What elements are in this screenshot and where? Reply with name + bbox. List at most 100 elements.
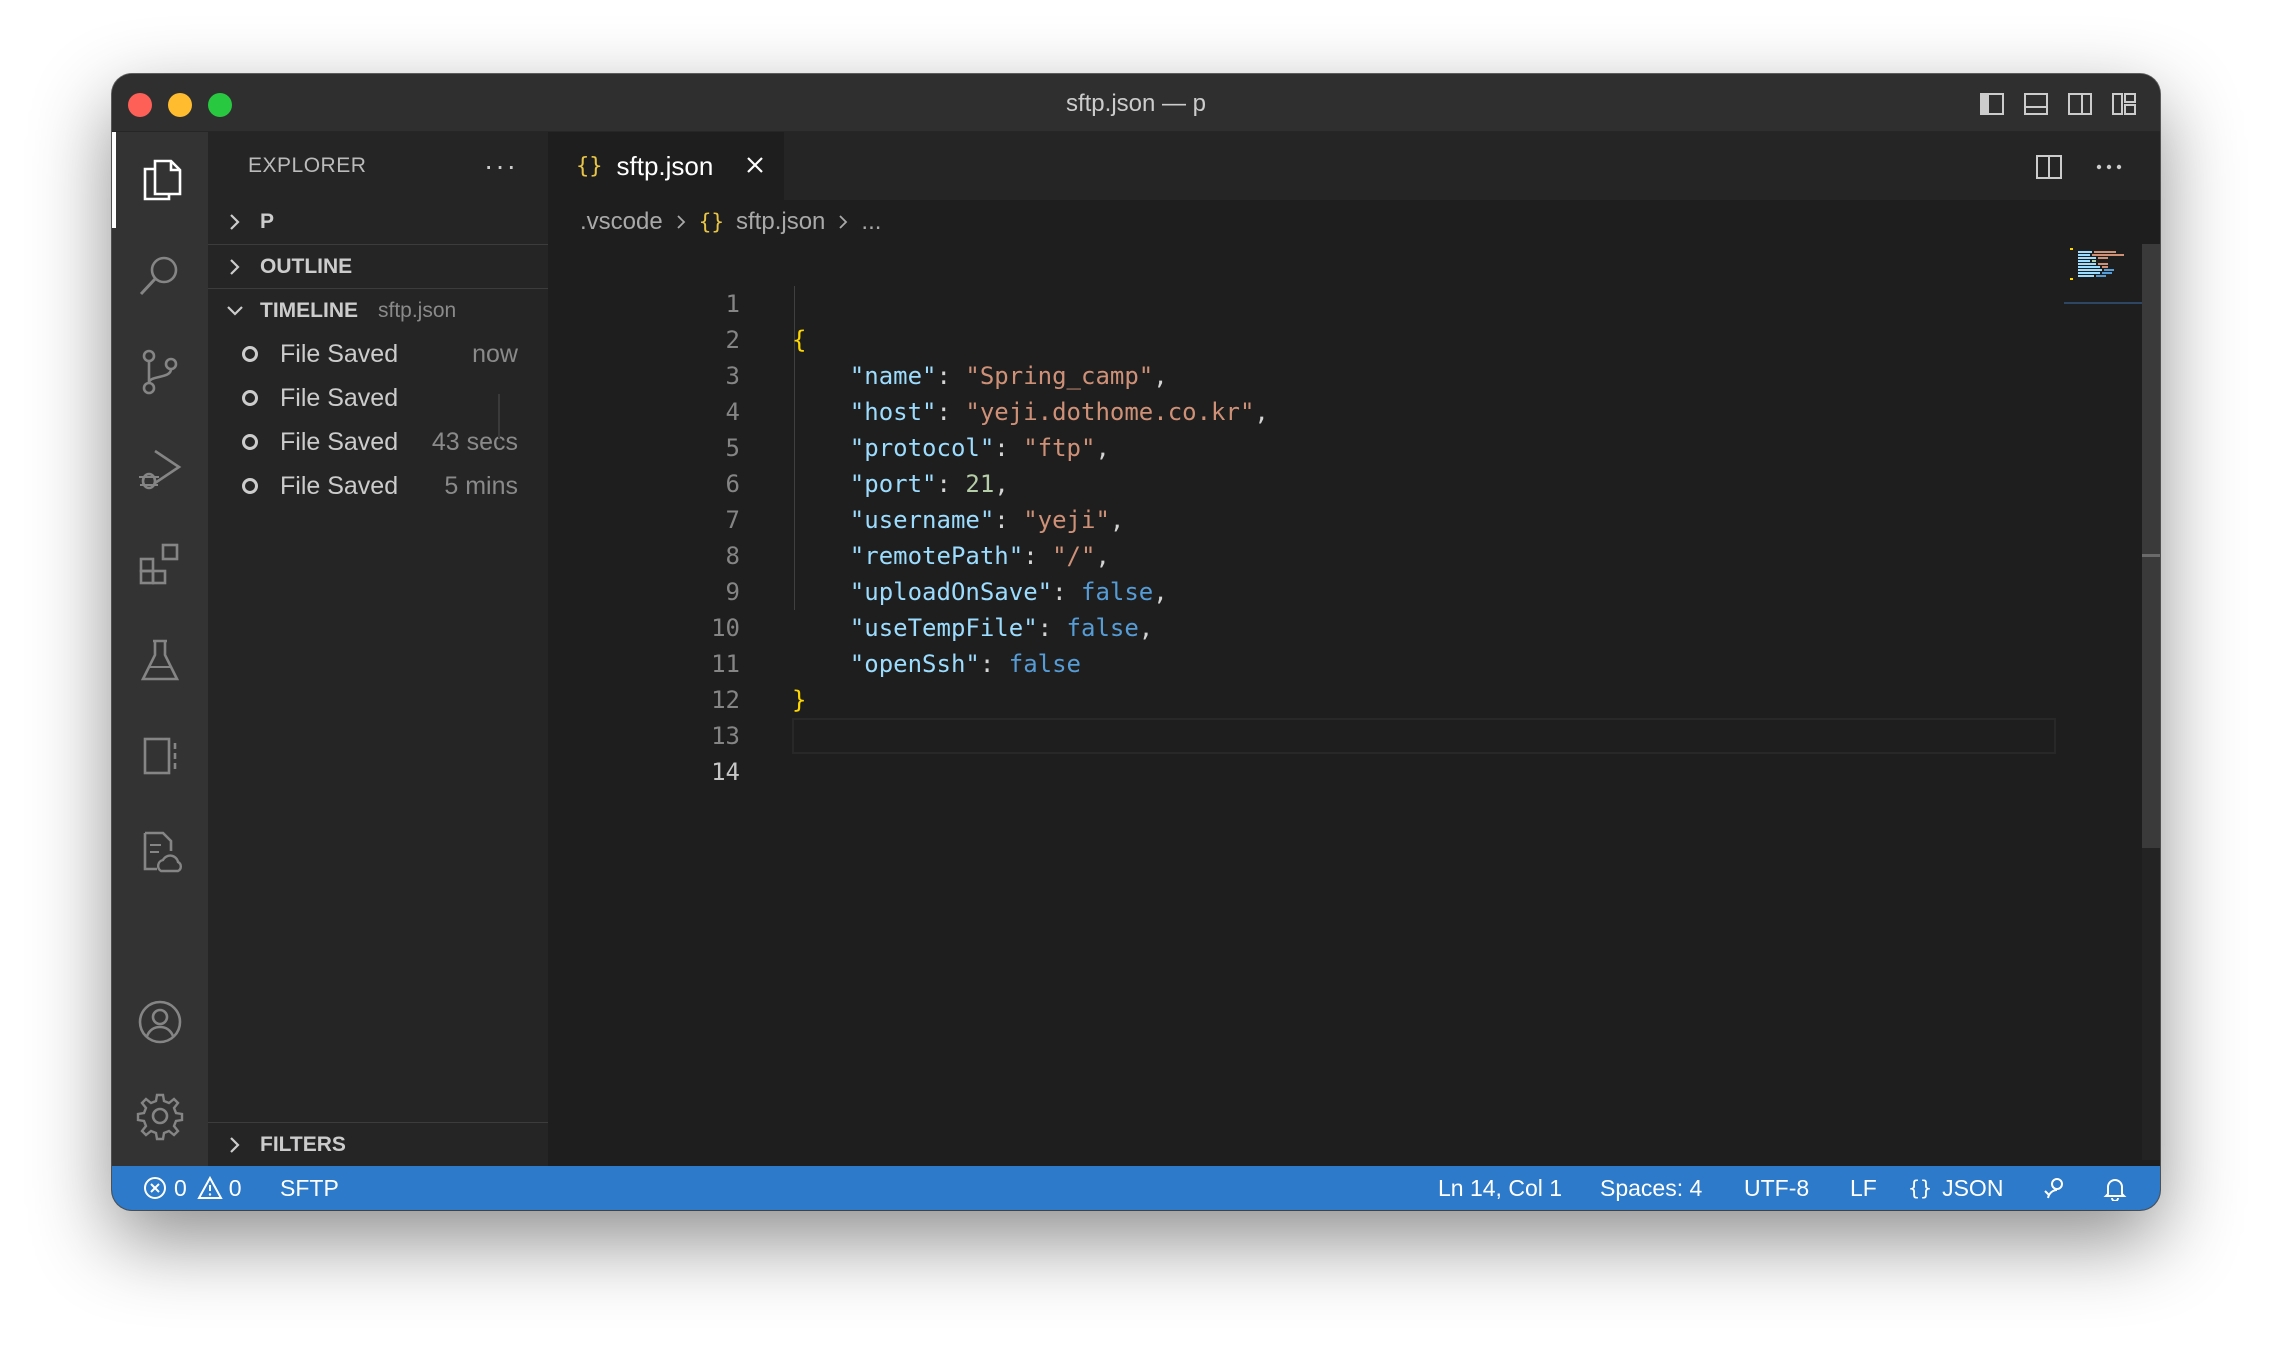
- run-debug-activity[interactable]: [112, 420, 208, 516]
- source-control-icon: [142, 349, 178, 395]
- encoding-status[interactable]: UTF-8: [1744, 1166, 1809, 1210]
- timeline-item-label: File Saved: [280, 339, 399, 368]
- chevron-right-icon: [230, 214, 240, 230]
- more-actions-icon[interactable]: [2094, 152, 2124, 182]
- editor-scrollbar-track[interactable]: [2142, 244, 2160, 1160]
- bell-icon: [2103, 1179, 2127, 1201]
- circle-icon: [242, 390, 258, 406]
- sidebar-scrollbar[interactable]: [498, 394, 500, 438]
- gear-icon: [136, 1093, 184, 1141]
- code-line: 5 "port": 21,: [548, 394, 2068, 498]
- code-line: 1 {: [548, 250, 2068, 354]
- filters-section-label: FILTERS: [260, 1132, 346, 1156]
- breadcrumb-more[interactable]: ...: [861, 208, 881, 236]
- code-line: 8 "uploadOnSave": false,: [548, 502, 2068, 606]
- code-line: 6 "username": "yeji",: [548, 430, 2068, 534]
- accounts-activity[interactable]: [112, 974, 208, 1070]
- line-number: 14: [711, 758, 740, 786]
- feedback-status[interactable]: [2042, 1166, 2068, 1210]
- close-icon[interactable]: [742, 152, 768, 178]
- more-actions-icon[interactable]: ···: [484, 150, 518, 182]
- split-editor-icon[interactable]: [2034, 152, 2064, 182]
- notifications-status[interactable]: [2102, 1166, 2128, 1210]
- beaker-icon: [140, 639, 180, 681]
- code-line: 9 "useTempFile": false,: [548, 538, 2068, 642]
- sftp-status[interactable]: SFTP: [280, 1166, 339, 1210]
- timeline-item[interactable]: File Saved 5 mins: [208, 464, 548, 508]
- circle-icon: [242, 346, 258, 362]
- timeline-item[interactable]: File Saved 43 secs: [208, 420, 548, 464]
- editor-scrollbar-thumb[interactable]: [2142, 244, 2160, 848]
- folder-section-label: P: [260, 210, 275, 233]
- account-icon: [138, 1000, 182, 1044]
- window-title: sftp.json — p: [1065, 90, 1207, 117]
- toggle-panel-icon[interactable]: [2022, 90, 2050, 118]
- filters-section[interactable]: FILTERS: [208, 1122, 548, 1166]
- timeline-section[interactable]: TIMELINE sftp.json: [208, 288, 548, 332]
- error-icon: [144, 1177, 166, 1199]
- chevron-right-icon: [839, 215, 848, 229]
- timeline-item-time: 43 secs: [431, 427, 518, 456]
- json-language-icon: {}: [1908, 1176, 1933, 1200]
- tab-bar: {} sftp.json: [548, 132, 2160, 200]
- customize-layout-icon[interactable]: [2110, 90, 2138, 118]
- timeline-section-label: TIMELINE: [260, 298, 358, 322]
- notebook-activity[interactable]: [112, 708, 208, 804]
- outline-section-label: OUTLINE: [260, 254, 353, 278]
- manage-activity[interactable]: [112, 1068, 208, 1164]
- chevron-right-icon: [230, 1136, 240, 1153]
- layout-controls: [1978, 90, 2138, 118]
- folder-section[interactable]: P: [208, 200, 548, 244]
- json-file-icon: {}: [576, 153, 603, 179]
- timeline-item-time: 5 mins: [444, 471, 518, 500]
- run-debug-icon: [139, 449, 182, 490]
- activity-bar: [112, 132, 208, 1166]
- problems-status[interactable]: 0 0: [142, 1166, 242, 1210]
- circle-icon: [242, 478, 258, 494]
- code-line: 4 "protocol": "ftp",: [548, 358, 2068, 462]
- code-line: 7 "remotePath": "/",: [548, 466, 2068, 570]
- timeline-item[interactable]: File Saved now: [208, 332, 548, 376]
- breadcrumb: .vscode {} sftp.json ...: [548, 200, 2160, 244]
- extensions-icon: [139, 543, 179, 585]
- toggle-secondary-sidebar-icon[interactable]: [2066, 90, 2094, 118]
- feedback-icon: [2044, 1178, 2063, 1199]
- timeline-item-label: File Saved: [280, 471, 399, 500]
- code-line: 11 }: [548, 610, 2068, 714]
- files-icon: [143, 159, 182, 201]
- breadcrumb-file[interactable]: sftp.json: [736, 208, 825, 236]
- explorer-activity[interactable]: [112, 132, 208, 228]
- breadcrumb-folder[interactable]: .vscode: [580, 208, 663, 236]
- timeline-item-label: File Saved: [280, 383, 399, 412]
- timeline-item[interactable]: File Saved: [208, 376, 548, 420]
- language-mode[interactable]: {} JSON: [1908, 1166, 2003, 1210]
- error-count: 0: [174, 1174, 187, 1201]
- warning-icon: [197, 1175, 223, 1199]
- status-bar: 0 0 SFTP Ln 14, Col 1 Spaces: 4 UTF-8 LF…: [112, 1166, 2160, 1210]
- search-activity[interactable]: [112, 228, 208, 324]
- sftp-activity[interactable]: [112, 804, 208, 900]
- code-editor[interactable]: 1 { 2 "name": "Spring_camp", 3 "host": "…: [548, 250, 2068, 1150]
- eol-status[interactable]: LF: [1850, 1166, 1877, 1210]
- source-control-activity[interactable]: [112, 324, 208, 420]
- testing-activity[interactable]: [112, 612, 208, 708]
- outline-section[interactable]: OUTLINE: [208, 244, 548, 288]
- cursor-position[interactable]: Ln 14, Col 1: [1438, 1166, 1562, 1210]
- toggle-primary-sidebar-icon[interactable]: [1978, 90, 2006, 118]
- extensions-activity[interactable]: [112, 516, 208, 612]
- vscode-window: sftp.json — p EXPLORER ··· P OUTLINE TIM…: [112, 74, 2160, 1210]
- code-line: 14: [548, 718, 2068, 786]
- timeline-item-label: File Saved: [280, 427, 399, 456]
- notebook-icon: [143, 737, 177, 775]
- remote-file-icon: [143, 831, 182, 873]
- indentation-status[interactable]: Spaces: 4: [1600, 1166, 1702, 1210]
- code-line: 12: [548, 646, 2068, 714]
- tab-sftp-json[interactable]: {} sftp.json: [548, 132, 784, 200]
- code-line: 2 "name": "Spring_camp",: [548, 286, 2068, 390]
- timeline-item-time: now: [472, 339, 518, 368]
- tab-label: sftp.json: [616, 150, 714, 181]
- title-bar: sftp.json — p: [112, 74, 2160, 132]
- timeline-file-label: sftp.json: [378, 298, 457, 322]
- code-line: 10 "openSsh": false: [548, 574, 2068, 678]
- json-file-icon: {}: [698, 210, 725, 234]
